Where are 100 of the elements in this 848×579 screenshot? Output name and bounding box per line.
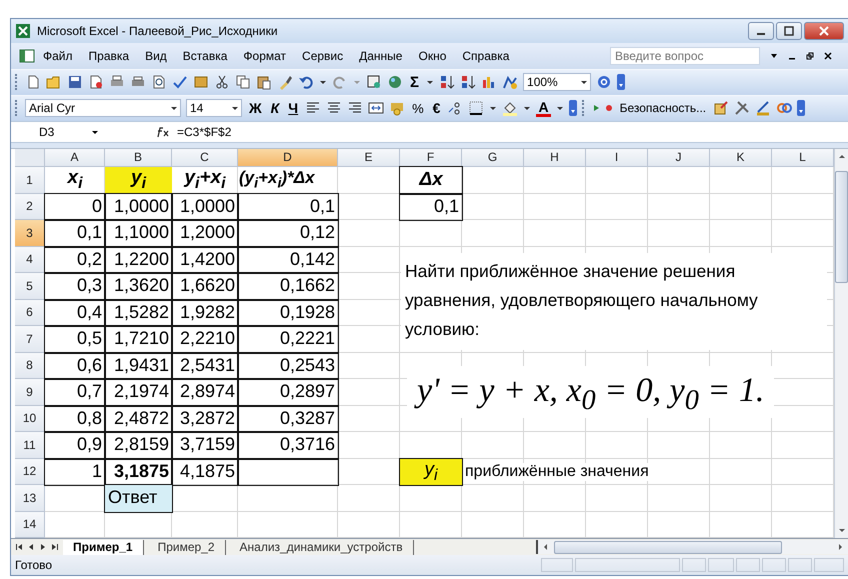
toolbar-options-icon[interactable] <box>568 100 577 116</box>
last-sheet-icon[interactable] <box>51 543 59 552</box>
row-header[interactable]: 13 <box>15 485 45 512</box>
menu-item[interactable]: Данные <box>351 48 410 63</box>
caret-icon[interactable] <box>523 104 532 112</box>
bold-button[interactable]: Ж <box>247 98 264 118</box>
column-header[interactable]: F <box>400 148 462 167</box>
record-icon[interactable] <box>604 104 613 112</box>
drawing-icon[interactable] <box>502 74 518 90</box>
vertical-scrollbar[interactable] <box>834 148 848 538</box>
column-header[interactable]: J <box>648 148 710 167</box>
first-sheet-icon[interactable] <box>15 543 23 552</box>
caret-icon[interactable] <box>489 104 498 112</box>
undo-icon[interactable] <box>298 74 314 90</box>
row-header[interactable]: 14 <box>15 512 45 538</box>
caret-icon[interactable] <box>170 104 178 112</box>
column-header[interactable]: K <box>710 148 772 167</box>
menu-item[interactable]: Вставка <box>174 48 236 63</box>
column-header[interactable]: L <box>772 148 834 167</box>
magnifier-icon[interactable] <box>151 74 167 90</box>
next-sheet-icon[interactable] <box>39 543 47 552</box>
tools-icon[interactable] <box>734 100 750 116</box>
menu-item[interactable]: Формат <box>235 48 294 63</box>
column-header[interactable]: I <box>586 148 648 167</box>
dropdown-arrow-icon[interactable] <box>770 52 778 60</box>
help-icon[interactable] <box>596 74 612 90</box>
scroll-thumb[interactable] <box>835 170 848 283</box>
toolbar-grip[interactable] <box>15 100 20 116</box>
merge-cells-icon[interactable] <box>368 100 384 116</box>
scissors-icon[interactable] <box>214 74 230 90</box>
fill-bucket-icon[interactable] <box>502 100 518 116</box>
row-header[interactable]: 11 <box>15 432 45 459</box>
row-header[interactable]: 10 <box>15 406 45 432</box>
row-header[interactable]: 2 <box>15 194 45 220</box>
row-header[interactable]: 7 <box>15 326 45 353</box>
help-search-field[interactable]: Введите вопрос <box>610 46 760 65</box>
menu-item[interactable]: Окно <box>410 48 454 63</box>
menu-item[interactable]: Вид <box>137 48 175 63</box>
row-header[interactable]: 5 <box>15 273 45 300</box>
menu-item[interactable]: Правка <box>80 48 138 63</box>
maximize-button[interactable] <box>776 22 802 40</box>
percent-button[interactable]: % <box>410 98 426 118</box>
scroll-down-icon[interactable] <box>838 526 846 534</box>
save-icon[interactable] <box>67 74 83 90</box>
column-header[interactable]: C <box>172 148 238 167</box>
caret-icon[interactable] <box>426 78 434 86</box>
sort-descending-icon[interactable] <box>460 74 476 90</box>
copy-icon[interactable] <box>235 74 251 90</box>
row-header[interactable]: 4 <box>15 246 45 274</box>
scroll-right-icon[interactable] <box>836 543 844 552</box>
menu-item[interactable]: Сервис <box>294 48 352 63</box>
euro-button[interactable]: € <box>430 98 442 118</box>
column-header[interactable]: D <box>238 148 338 167</box>
function-icon[interactable] <box>155 126 171 138</box>
folder-icon[interactable] <box>46 74 62 90</box>
column-header[interactable]: B <box>105 148 172 167</box>
row-header[interactable]: 9 <box>15 379 45 406</box>
spellcheck-icon[interactable] <box>172 74 188 90</box>
close-icon[interactable] <box>824 52 832 60</box>
close-button[interactable] <box>804 22 844 40</box>
formula-field[interactable]: =C3*$F$2 <box>177 124 846 139</box>
currency-icon[interactable] <box>389 100 406 116</box>
toolbar-options-icon[interactable] <box>617 74 626 90</box>
toolbar-grip[interactable] <box>582 100 587 116</box>
horizontal-scrollbar[interactable] <box>536 540 848 554</box>
row-header[interactable]: 8 <box>15 352 45 380</box>
menu-item[interactable]: Файл <box>35 48 81 63</box>
minimize-button[interactable] <box>748 22 774 40</box>
toolbar-options-icon[interactable] <box>797 100 806 116</box>
font-dropdown[interactable]: Arial Cyr <box>25 99 181 118</box>
toolbar-grip[interactable] <box>15 74 20 90</box>
scroll-left-icon[interactable] <box>542 543 550 552</box>
restore-icon[interactable] <box>806 52 814 60</box>
italic-button[interactable]: К <box>268 98 282 118</box>
sort-ascending-icon[interactable] <box>439 74 456 90</box>
caret-icon[interactable] <box>231 104 239 112</box>
caret-icon[interactable] <box>556 104 564 112</box>
play-icon[interactable] <box>592 104 600 112</box>
sheet-tab[interactable]: Пример_1 <box>63 540 144 555</box>
security-button[interactable]: Безопасность... <box>618 98 708 118</box>
font-size-dropdown[interactable]: 14 <box>186 99 242 118</box>
clipboard-icon[interactable] <box>256 74 272 90</box>
zoom-dropdown[interactable]: 100% <box>523 73 592 92</box>
name-box[interactable]: D3 <box>11 124 85 139</box>
scroll-up-icon[interactable] <box>838 152 846 161</box>
column-header[interactable]: E <box>338 148 400 167</box>
row-header[interactable]: 3 <box>15 220 45 247</box>
row-header[interactable]: 12 <box>15 458 45 486</box>
workbook-icon[interactable] <box>19 48 35 64</box>
caret-icon[interactable] <box>580 78 588 86</box>
row-header[interactable]: 1 <box>15 166 45 194</box>
menu-item[interactable]: Справка <box>454 48 518 63</box>
autosum-button[interactable]: Σ <box>408 72 422 92</box>
borders-icon[interactable] <box>468 100 484 116</box>
scroll-thumb[interactable] <box>554 540 782 554</box>
column-header[interactable]: G <box>462 148 524 167</box>
caret-icon[interactable] <box>319 78 327 86</box>
column-header[interactable]: H <box>524 148 586 167</box>
column-header[interactable]: A <box>45 148 105 167</box>
document-icon[interactable] <box>88 74 104 90</box>
